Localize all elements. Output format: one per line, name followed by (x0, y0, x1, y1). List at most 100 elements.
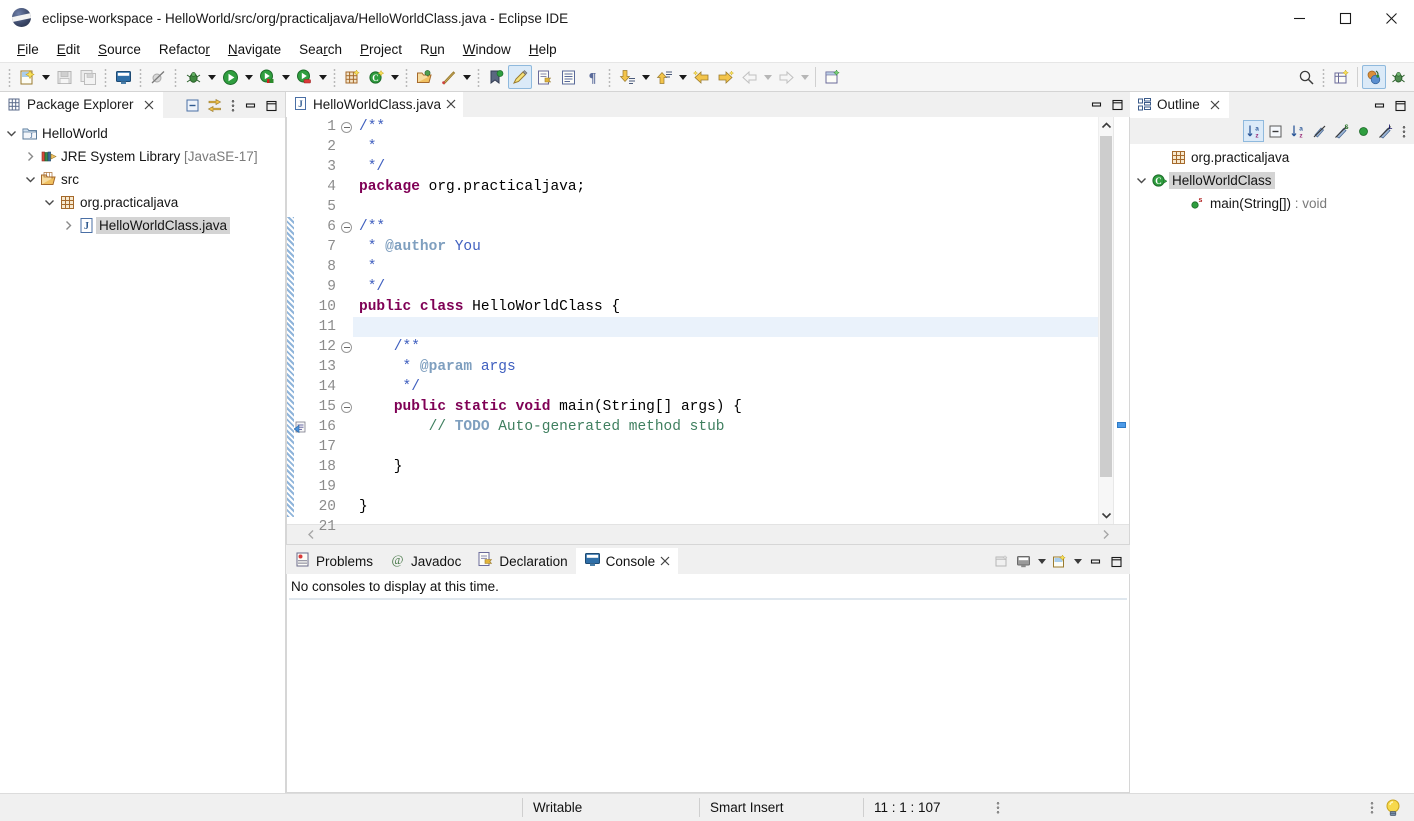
code-text-area[interactable]: /** * */package org.practicaljava; /** *… (353, 117, 1098, 524)
tab-javadoc[interactable]: @ Javadoc (381, 548, 469, 574)
menu-source[interactable]: Source (89, 39, 150, 60)
code-line[interactable]: /** (353, 217, 1098, 237)
new-untitled-text-icon[interactable] (532, 65, 556, 89)
outline-tree-item[interactable]: org.practicaljava (1130, 146, 1414, 169)
open-console-icon[interactable] (111, 65, 135, 89)
tab-outline[interactable]: Outline (1130, 92, 1229, 118)
display-selected-console-icon[interactable] (1013, 550, 1034, 572)
back-nav-icon[interactable] (737, 65, 761, 89)
code-line[interactable]: * @param args (353, 357, 1098, 377)
chevron-down-icon[interactable] (2, 122, 20, 145)
chevron-down-icon[interactable] (1132, 169, 1150, 192)
coverage-icon[interactable] (255, 65, 279, 89)
view-menu-icon[interactable] (226, 94, 239, 116)
window-close-button[interactable] (1368, 0, 1414, 37)
folding-ruler[interactable] (339, 117, 353, 524)
package-tree-item[interactable]: J HelloWorld (0, 122, 285, 145)
pilcrow-icon[interactable]: ¶ (580, 65, 604, 89)
code-line[interactable]: public class HelloWorldClass { (353, 297, 1098, 317)
profile-dropdown[interactable] (316, 65, 329, 89)
maximize-icon[interactable] (1106, 550, 1126, 572)
code-line[interactable]: * (353, 257, 1098, 277)
open-type-icon[interactable] (412, 65, 436, 89)
save-icon[interactable] (52, 65, 76, 89)
menu-project[interactable]: Project (351, 39, 411, 60)
code-line[interactable]: // TODO Auto-generated method stub (353, 417, 1098, 437)
hide-fields-icon[interactable]: a z (1287, 120, 1308, 142)
new-console-view-icon[interactable] (1049, 550, 1070, 572)
package-tree-item[interactable]: J HelloWorldClass.java (0, 214, 285, 237)
close-icon[interactable] (660, 554, 670, 569)
collapse-all-icon[interactable] (182, 94, 203, 116)
code-line[interactable]: package org.practicaljava; (353, 177, 1098, 197)
menu-edit[interactable]: Edit (48, 39, 89, 60)
new-java-package-icon[interactable] (340, 65, 364, 89)
menu-file[interactable]: File (8, 39, 48, 60)
back-edit-icon[interactable] (689, 65, 713, 89)
toolbar-grip[interactable] (403, 67, 410, 87)
hide-local-types-icon[interactable]: L (1375, 120, 1396, 142)
code-line[interactable] (353, 437, 1098, 457)
run-icon[interactable] (218, 65, 242, 89)
tab-declaration[interactable]: Declaration (469, 548, 575, 574)
show-whitespace-icon[interactable] (556, 65, 580, 89)
save-all-icon[interactable] (76, 65, 100, 89)
external-tools-icon[interactable] (436, 65, 460, 89)
hide-nonpublic-icon[interactable]: S (1331, 120, 1352, 142)
menu-navigate[interactable]: Navigate (219, 39, 290, 60)
maximize-icon[interactable] (1107, 94, 1127, 116)
package-explorer-tree[interactable]: J HelloWorld JRE System Library [JavaSE-17… (0, 118, 285, 793)
editor-vertical-scrollbar[interactable] (1098, 117, 1113, 524)
code-line[interactable]: * @author You (353, 237, 1098, 257)
menu-search[interactable]: Search (290, 39, 351, 60)
fold-collapse-icon[interactable] (339, 117, 353, 137)
skip-breakpoints-icon[interactable] (146, 65, 170, 89)
search-icon[interactable] (1294, 65, 1318, 89)
open-perspective-icon[interactable] (1329, 65, 1353, 89)
hide-local-icon[interactable] (1353, 120, 1374, 142)
view-menu-icon[interactable] (1397, 120, 1410, 142)
fold-collapse-icon[interactable] (339, 337, 353, 357)
code-line[interactable]: } (353, 457, 1098, 477)
minimize-icon[interactable] (240, 94, 260, 116)
code-line[interactable]: */ (353, 157, 1098, 177)
external-tools-dropdown[interactable] (460, 65, 473, 89)
editor-horizontal-scrollbar[interactable] (287, 524, 1129, 544)
back-nav-dropdown[interactable] (761, 65, 774, 89)
new-console-dropdown[interactable] (1071, 550, 1084, 572)
outline-tree-item[interactable]: s main(String[]) : void (1130, 192, 1414, 215)
console-body[interactable]: No consoles to display at this time. (286, 574, 1130, 793)
previous-annotation-dropdown[interactable] (676, 65, 689, 89)
debug-perspective-icon[interactable] (1386, 65, 1410, 89)
java-perspective-icon[interactable] (1362, 65, 1386, 89)
scroll-track[interactable] (1099, 134, 1113, 507)
maximize-icon[interactable] (261, 94, 281, 116)
scroll-down-button[interactable] (1099, 507, 1113, 524)
new-editor-icon[interactable] (820, 65, 844, 89)
toolbar-grip[interactable] (606, 67, 613, 87)
menu-help[interactable]: Help (520, 39, 566, 60)
fold-collapse-icon[interactable] (339, 217, 353, 237)
toolbar-grip[interactable] (137, 67, 144, 87)
run-dropdown[interactable] (242, 65, 255, 89)
code-line[interactable]: } (353, 497, 1098, 517)
window-minimize-button[interactable] (1276, 0, 1322, 37)
menu-run[interactable]: Run (411, 39, 454, 60)
toolbar-grip[interactable] (6, 67, 13, 87)
toolbar-grip[interactable] (1320, 67, 1327, 87)
code-line[interactable]: */ (353, 277, 1098, 297)
package-tree-item[interactable]: src (0, 168, 285, 191)
toggle-mark-occurrences-icon[interactable] (508, 65, 532, 89)
close-icon[interactable] (446, 97, 456, 112)
lightbulb-icon[interactable] (1374, 794, 1414, 821)
display-console-dropdown[interactable] (1035, 550, 1048, 572)
toolbar-grip[interactable] (331, 67, 338, 87)
package-tree-item[interactable]: JRE System Library [JavaSE-17] (0, 145, 285, 168)
overview-ruler[interactable] (1113, 117, 1129, 524)
debug-dropdown[interactable] (205, 65, 218, 89)
fold-collapse-icon[interactable] (339, 397, 353, 417)
menu-window[interactable]: Window (454, 39, 520, 60)
code-line[interactable] (353, 317, 1098, 338)
maximize-icon[interactable] (1390, 94, 1410, 116)
sort-icon[interactable]: a z (1243, 120, 1264, 142)
